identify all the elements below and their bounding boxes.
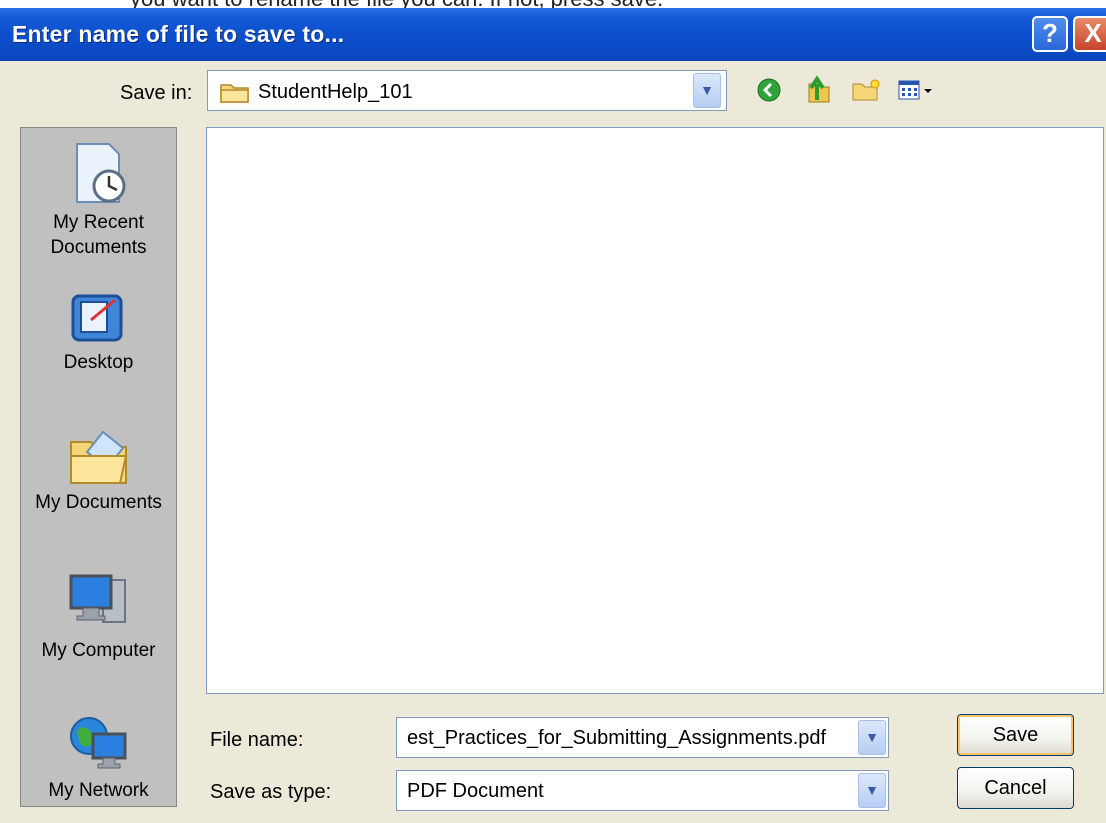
back-icon[interactable] — [757, 78, 781, 102]
my-network-icon — [69, 717, 126, 769]
place-label-my-documents: My Documents — [35, 492, 162, 513]
file-name-value: est_Practices_for_Submitting_Assignments… — [407, 727, 827, 749]
places-bar: My Recent Documents Desktop My Documents… — [20, 127, 177, 807]
place-label-recent-line2: Documents — [50, 237, 147, 258]
place-my-documents[interactable]: My Documents — [21, 426, 176, 515]
place-label-my-network: My Network — [48, 780, 149, 801]
my-documents-icon — [69, 430, 127, 484]
place-desktop[interactable]: Desktop — [21, 290, 176, 375]
save-in-value: StudentHelp_101 — [258, 81, 413, 103]
help-button[interactable]: ? — [1032, 16, 1068, 52]
close-button[interactable]: X — [1073, 16, 1106, 52]
file-name-dropdown-arrow[interactable]: ▼ — [858, 720, 886, 755]
instruction-fragment: you want to rename the file you can. If … — [130, 0, 663, 8]
place-my-recent-documents[interactable]: My Recent Documents — [21, 140, 176, 260]
my-computer-icon — [69, 574, 126, 623]
file-name-label: File name: — [210, 729, 304, 751]
new-folder-icon[interactable] — [851, 78, 881, 102]
save-as-type-value: PDF Document — [407, 780, 544, 802]
file-name-input[interactable]: est_Practices_for_Submitting_Assignments… — [396, 717, 889, 758]
save-in-dropdown[interactable]: StudentHelp_101 — [207, 70, 727, 111]
save-as-type-label: Save as type: — [210, 781, 332, 803]
place-my-network[interactable]: My Network — [21, 710, 176, 803]
file-list-view[interactable] — [206, 127, 1104, 694]
save-as-type-dropdown[interactable]: PDF Document — [396, 770, 889, 811]
background-instruction-text: you want to rename the file you can. If … — [0, 0, 1106, 8]
window-title: Enter name of file to save to... — [12, 21, 345, 47]
title-bar[interactable]: Enter name of file to save to... ? X — [0, 8, 1106, 61]
desktop-icon — [71, 294, 122, 342]
place-label-my-computer: My Computer — [41, 640, 156, 661]
recent-documents-icon — [75, 143, 125, 203]
place-label-desktop: Desktop — [63, 352, 134, 373]
folder-icon — [220, 84, 249, 103]
save-in-dropdown-arrow[interactable]: ▼ — [693, 73, 721, 108]
cancel-button[interactable]: Cancel — [957, 767, 1074, 809]
up-one-level-icon[interactable] — [805, 74, 831, 104]
save-in-label: Save in: — [120, 82, 193, 104]
save-button[interactable]: Save — [957, 714, 1074, 756]
place-label-recent-line1: My Recent — [53, 212, 144, 233]
views-menu-icon[interactable] — [897, 78, 947, 102]
place-my-computer[interactable]: My Computer — [21, 570, 176, 663]
save-as-type-dropdown-arrow[interactable]: ▼ — [858, 773, 886, 808]
